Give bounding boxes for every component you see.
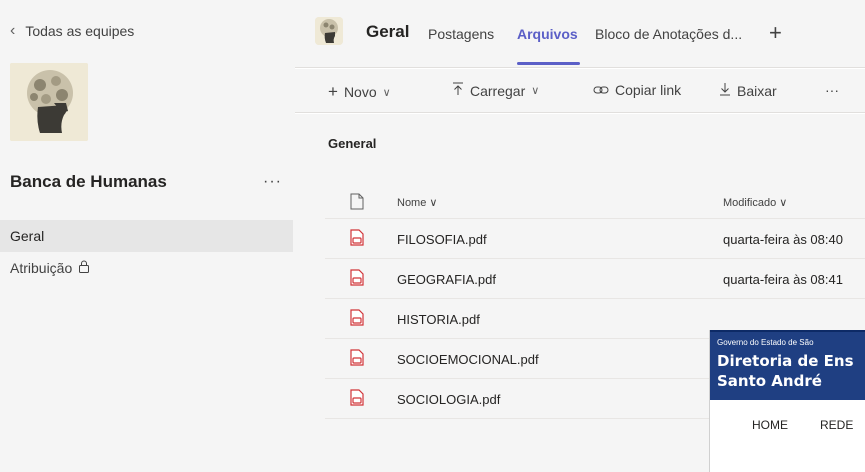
add-tab-button[interactable]: + xyxy=(769,20,782,46)
chevron-down-icon: ∨ xyxy=(531,85,540,97)
plus-icon: + xyxy=(328,82,338,101)
channel-item-geral[interactable]: Geral xyxy=(0,220,293,252)
download-icon xyxy=(719,82,731,99)
website-title: Diretoria de Ens xyxy=(717,352,854,370)
link-icon xyxy=(593,82,609,98)
pdf-file-icon xyxy=(350,309,364,331)
download-button[interactable]: Baixar xyxy=(719,82,777,99)
file-modified: quarta-feira às 08:40 xyxy=(723,232,843,247)
file-name: HISTORIA.pdf xyxy=(397,312,480,327)
pdf-file-icon xyxy=(350,229,364,251)
head-brain-icon xyxy=(315,17,343,45)
team-header: Banca de Humanas ··· xyxy=(10,172,282,192)
file-name: SOCIOEMOCIONAL.pdf xyxy=(397,352,539,367)
file-name: GEOGRAFIA.pdf xyxy=(397,272,496,287)
file-type-icon xyxy=(350,193,364,215)
channel-title: Geral xyxy=(366,22,410,41)
more-actions-button[interactable]: ··· xyxy=(825,82,839,98)
copy-link-label: Copiar link xyxy=(615,82,682,98)
website-header: Governo do Estado de São Diretoria de En… xyxy=(710,330,865,400)
channel-label: Geral xyxy=(10,228,45,244)
folder-title: General xyxy=(328,136,377,151)
channel-avatar xyxy=(315,17,343,45)
lock-icon xyxy=(78,260,90,276)
command-bar: + Novo ∨ Carregar ∨ Copiar link Baixar ·… xyxy=(295,69,865,113)
website-overlay[interactable]: Governo do Estado de São Diretoria de En… xyxy=(709,330,865,472)
nav-rede-link[interactable]: REDE xyxy=(820,418,853,432)
pdf-file-icon xyxy=(350,389,364,411)
file-modified: quarta-feira às 08:41 xyxy=(723,272,843,287)
file-row[interactable]: GEOGRAFIA.pdf quarta-feira às 08:41 xyxy=(325,258,865,298)
folder-breadcrumb: General xyxy=(295,114,865,174)
column-header-modified[interactable]: Modificado ∨ xyxy=(723,196,787,209)
tab-arquivos[interactable]: Arquivos xyxy=(517,26,578,42)
download-label: Baixar xyxy=(737,82,777,99)
head-brain-icon xyxy=(10,63,88,141)
channel-header: Geral Postagens Arquivos Bloco de Anotaç… xyxy=(295,0,865,68)
pdf-file-icon xyxy=(350,349,364,371)
channel-item-atribuicao[interactable]: Atribuição xyxy=(0,252,293,284)
file-list-header: Nome ∨ Modificado ∨ xyxy=(325,186,865,218)
back-label: Todas as equipes xyxy=(25,23,135,39)
column-name-label: Nome xyxy=(397,197,427,209)
team-name: Banca de Humanas xyxy=(10,172,167,191)
file-name: SOCIOLOGIA.pdf xyxy=(397,392,501,407)
file-row[interactable]: FILOSOFIA.pdf quarta-feira às 08:40 xyxy=(325,218,865,258)
active-tab-indicator xyxy=(517,62,580,65)
copy-link-button[interactable]: Copiar link xyxy=(593,82,681,98)
tab-postagens[interactable]: Postagens xyxy=(428,26,494,42)
column-header-name[interactable]: Nome ∨ xyxy=(397,196,437,209)
file-name: FILOSOFIA.pdf xyxy=(397,232,487,247)
channel-label: Atribuição xyxy=(10,260,73,276)
website-subtitle: Santo André xyxy=(717,372,822,390)
chevron-left-icon: ‹ xyxy=(10,22,16,39)
column-modified-label: Modificado xyxy=(723,197,777,209)
new-label: Novo xyxy=(343,84,377,100)
nav-home-link[interactable]: HOME xyxy=(752,418,788,432)
gov-label: Governo do Estado de São xyxy=(717,338,814,347)
team-avatar[interactable] xyxy=(10,63,88,141)
upload-icon xyxy=(452,82,464,99)
sidebar: ‹ Todas as equipes Banca de Humanas ··· … xyxy=(0,0,295,472)
upload-label: Carregar xyxy=(470,82,526,99)
tab-bloco-de-anotacoes[interactable]: Bloco de Anotações d... xyxy=(595,26,742,42)
back-to-teams-link[interactable]: ‹ Todas as equipes xyxy=(10,22,134,40)
more-actions-label: ··· xyxy=(825,82,839,98)
chevron-down-icon: ∨ xyxy=(382,86,391,99)
upload-button[interactable]: Carregar ∨ xyxy=(452,82,539,99)
pdf-file-icon xyxy=(350,269,364,291)
team-more-options-button[interactable]: ··· xyxy=(263,173,282,191)
new-button[interactable]: + Novo ∨ xyxy=(328,82,391,102)
